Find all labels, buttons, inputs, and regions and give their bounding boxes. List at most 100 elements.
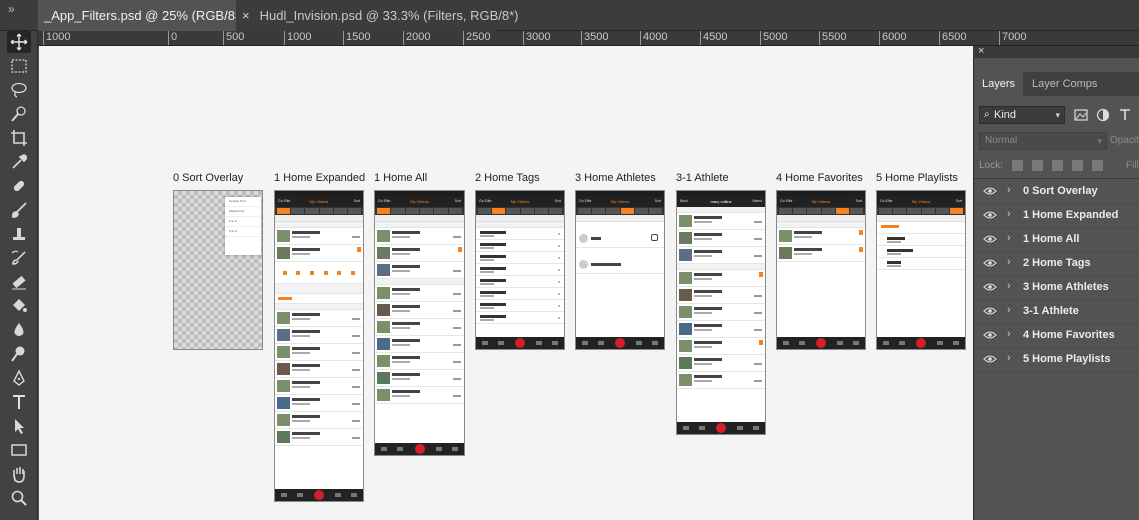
- ruler-label: 7000: [999, 31, 1026, 45]
- layer-name: 2 Home Tags: [1023, 257, 1091, 269]
- paint-bucket-tool-icon[interactable]: [7, 295, 31, 317]
- sort-menu-popup: Newest First Oldest First A to Z Z to A: [225, 197, 261, 255]
- layer-row[interactable]: › 2 Home Tags: [974, 252, 1139, 276]
- artboard-home-playlists[interactable]: Go Elite My Videos Sort: [876, 190, 966, 350]
- artboard-home-athletes[interactable]: Go Elite My Videos Sort: [575, 190, 665, 350]
- layer-row[interactable]: › 3 Home Athletes: [974, 276, 1139, 300]
- visibility-eye-icon[interactable]: [983, 306, 997, 316]
- artboard-home-expanded[interactable]: Go Elite My Videos Sort: [274, 190, 364, 502]
- tab-layers[interactable]: Layers: [974, 72, 1024, 96]
- layer-name: 3-1 Athlete: [1023, 305, 1079, 317]
- nav-right-label: Sort: [654, 199, 661, 203]
- visibility-eye-icon[interactable]: [983, 282, 997, 292]
- type-layer-filter-icon[interactable]: [1118, 108, 1132, 122]
- ruler-label: 4000: [640, 31, 667, 45]
- artboard-label-athlete[interactable]: 3-1 Athlete: [676, 172, 729, 184]
- lock-artboard-icon[interactable]: [1072, 160, 1083, 171]
- crop-tool-icon[interactable]: [7, 127, 31, 149]
- artboard-label-home-athletes[interactable]: 3 Home Athletes: [575, 172, 656, 184]
- ruler-label: 5500: [819, 31, 846, 45]
- lock-position-icon[interactable]: [1052, 160, 1063, 171]
- chevron-right-icon[interactable]: ›: [1007, 208, 1011, 220]
- healing-brush-tool-icon[interactable]: [7, 175, 31, 197]
- ruler-label: 1500: [343, 31, 370, 45]
- pen-tool-icon[interactable]: [7, 367, 31, 389]
- dodge-tool-icon[interactable]: [7, 343, 31, 365]
- hand-tool-icon[interactable]: [7, 463, 31, 485]
- horizontal-ruler[interactable]: 1000 0 500 1000 1500 2000 2500 3000 3500…: [38, 31, 1139, 46]
- chevron-right-icon[interactable]: ›: [1007, 280, 1011, 292]
- nav-title: My Videos: [911, 199, 931, 204]
- artboard-label-home-tags[interactable]: 2 Home Tags: [475, 172, 540, 184]
- visibility-eye-icon[interactable]: [983, 258, 997, 268]
- clone-stamp-tool-icon[interactable]: [7, 223, 31, 245]
- layer-filter-kind-select[interactable]: ⌕ Kind ▾: [979, 106, 1065, 124]
- artboard-label-home-favorites[interactable]: 4 Home Favorites: [776, 172, 863, 184]
- collapse-panels-icon[interactable]: »: [8, 2, 15, 16]
- nav-title: My Videos: [309, 199, 329, 204]
- sort-option: A to Z: [225, 217, 261, 227]
- adjustment-layer-filter-icon[interactable]: [1096, 108, 1110, 122]
- document-tab-app-filters[interactable]: _App_Filters.psd @ 25% (RGB/8#) *: [38, 0, 255, 31]
- visibility-eye-icon[interactable]: [983, 354, 997, 364]
- quick-select-tool-icon[interactable]: [7, 103, 31, 125]
- artboard-home-favorites[interactable]: Go Elite My Videos Sort: [776, 190, 866, 350]
- visibility-eye-icon[interactable]: [983, 330, 997, 340]
- lock-pixels-icon[interactable]: [1032, 160, 1043, 171]
- artboard-label-home-playlists[interactable]: 5 Home Playlists: [876, 172, 958, 184]
- marquee-tool-icon[interactable]: [7, 55, 31, 77]
- rectangle-tool-icon[interactable]: [7, 439, 31, 461]
- eyedropper-tool-icon[interactable]: [7, 151, 31, 173]
- ruler-label: 2500: [463, 31, 490, 45]
- close-tab-icon[interactable]: ×: [242, 0, 256, 31]
- layer-row[interactable]: › 5 Home Playlists: [974, 348, 1139, 372]
- nav-right-label: Sort: [955, 199, 962, 203]
- chevron-right-icon[interactable]: ›: [1007, 352, 1011, 364]
- path-select-tool-icon[interactable]: [7, 415, 31, 437]
- artboard-home-tags[interactable]: Go Elite My Videos Sort: [475, 190, 565, 350]
- document-tab-hudl-invision[interactable]: × Hudl_Invision.psd @ 33.3% (Filters, RG…: [236, 0, 518, 31]
- visibility-eye-icon[interactable]: [983, 234, 997, 244]
- chevron-down-icon: ▾: [1097, 136, 1102, 146]
- lock-all-icon[interactable]: [1092, 160, 1103, 171]
- pixel-layer-filter-icon[interactable]: [1074, 108, 1088, 122]
- close-panel-icon[interactable]: ×: [978, 45, 984, 57]
- chevron-right-icon[interactable]: ›: [1007, 184, 1011, 196]
- artboard-label-home-all[interactable]: 1 Home All: [374, 172, 427, 184]
- layer-row[interactable]: › 1 Home Expanded: [974, 204, 1139, 228]
- visibility-eye-icon[interactable]: [983, 210, 997, 220]
- artboard-athlete[interactable]: Back mary collins Select: [676, 190, 766, 435]
- ruler-label: 500: [223, 31, 244, 45]
- chevron-right-icon[interactable]: ›: [1007, 328, 1011, 340]
- lock-label: Lock:: [979, 160, 1003, 171]
- artboard-label-home-expanded[interactable]: 1 Home Expanded: [274, 172, 365, 184]
- chevron-down-icon: ▾: [1055, 110, 1060, 120]
- chevron-right-icon[interactable]: ›: [1007, 232, 1011, 244]
- blend-mode-select[interactable]: Normal ▾: [979, 132, 1107, 150]
- fill-label: Fill: [1126, 160, 1139, 171]
- artboard-sort-overlay[interactable]: Newest First Oldest First A to Z Z to A: [173, 190, 263, 350]
- chevron-right-icon[interactable]: ›: [1007, 256, 1011, 268]
- layer-row[interactable]: › 4 Home Favorites: [974, 324, 1139, 348]
- zoom-tool-icon[interactable]: [7, 487, 31, 509]
- visibility-eye-icon[interactable]: [983, 186, 997, 196]
- artboard-home-all[interactable]: Go Elite My Videos Sort: [374, 190, 465, 456]
- lock-transparency-icon[interactable]: [1012, 160, 1023, 171]
- chevron-right-icon[interactable]: ›: [1007, 304, 1011, 316]
- tab-layer-comps[interactable]: Layer Comps: [1024, 72, 1105, 96]
- type-tool-icon[interactable]: [7, 391, 31, 413]
- history-brush-tool-icon[interactable]: [7, 247, 31, 269]
- ruler-label: 1000: [43, 31, 70, 45]
- eraser-tool-icon[interactable]: [7, 271, 31, 293]
- lasso-tool-icon[interactable]: [7, 79, 31, 101]
- layer-row[interactable]: › 0 Sort Overlay: [974, 180, 1139, 204]
- layer-name: 1 Home All: [1023, 233, 1080, 245]
- move-tool-icon[interactable]: [7, 31, 31, 53]
- brush-tool-icon[interactable]: [7, 199, 31, 221]
- layer-row[interactable]: › 1 Home All: [974, 228, 1139, 252]
- document-canvas[interactable]: 0 Sort Overlay Newest First Oldest First…: [39, 46, 973, 520]
- nav-right-label: Sort: [554, 199, 561, 203]
- blur-tool-icon[interactable]: [7, 319, 31, 341]
- artboard-label-sort-overlay[interactable]: 0 Sort Overlay: [173, 172, 243, 184]
- layer-row[interactable]: › 3-1 Athlete: [974, 300, 1139, 324]
